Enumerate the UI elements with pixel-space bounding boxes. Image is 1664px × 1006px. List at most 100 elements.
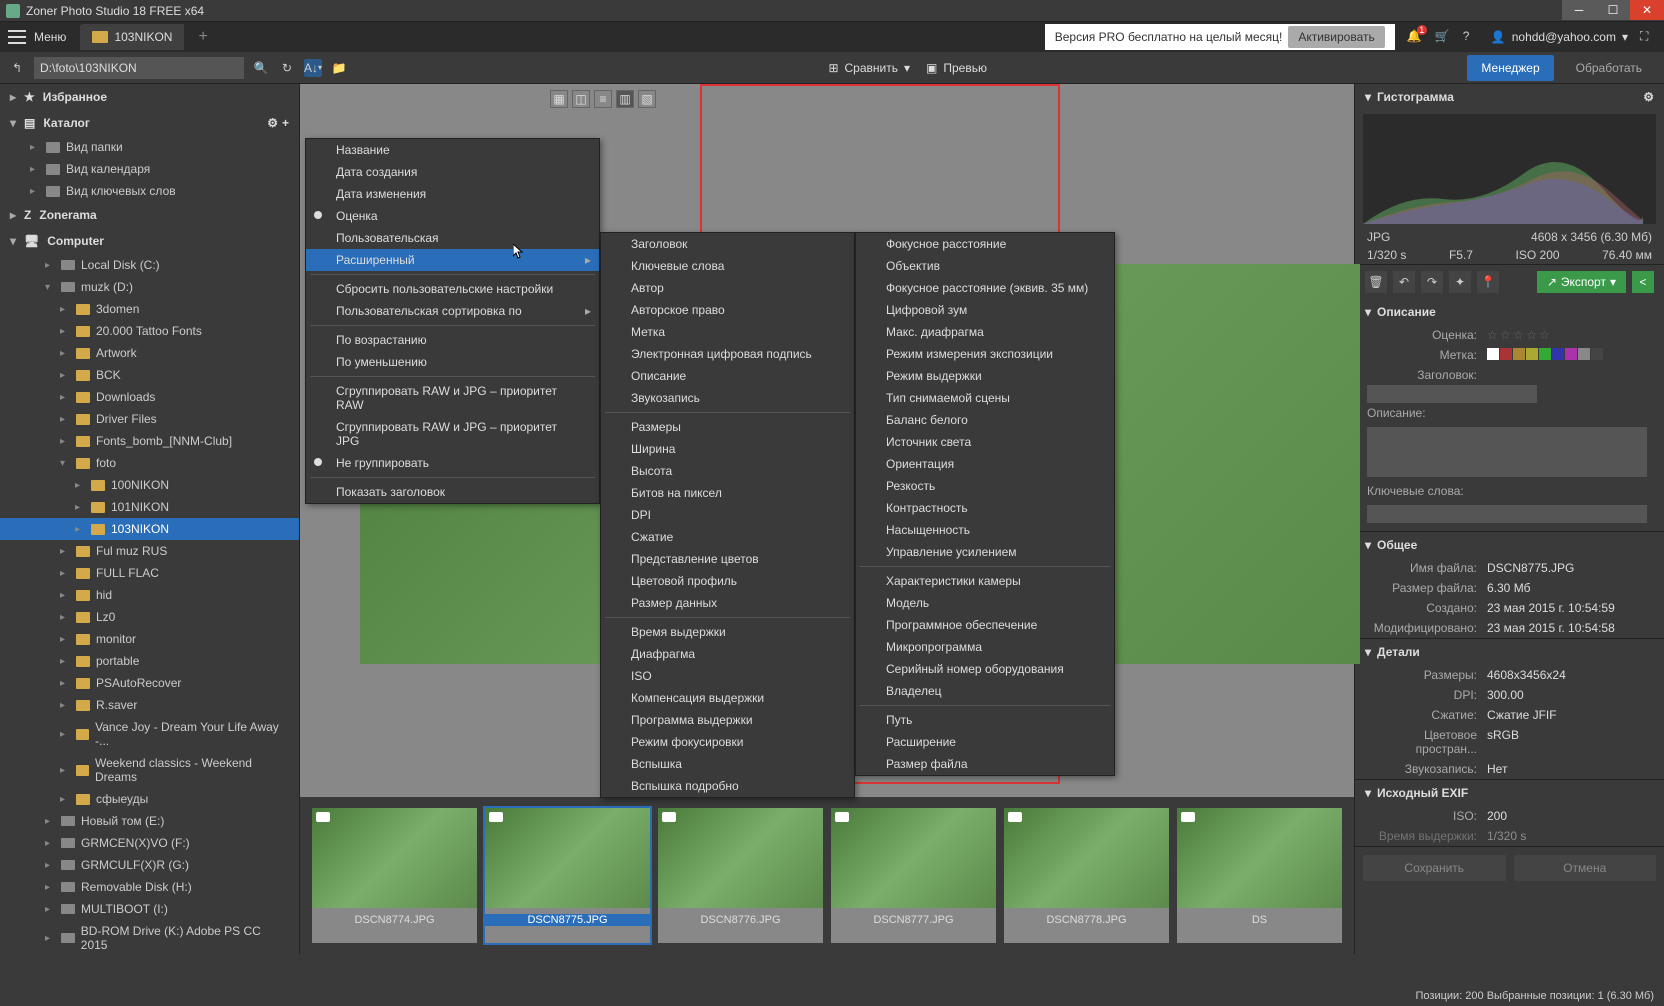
menu-item[interactable]: Ориентация <box>856 453 1114 475</box>
menu-item[interactable]: Баланс белого <box>856 409 1114 431</box>
menu-item[interactable]: Размер данных <box>601 592 854 614</box>
thumbnail[interactable]: DSCN8774.JPG <box>312 808 477 943</box>
save-button[interactable]: Сохранить <box>1363 855 1506 881</box>
details-header[interactable]: ▾Детали <box>1355 639 1664 665</box>
thumbnail[interactable]: DSCN8775.JPG <box>485 808 650 943</box>
folder-tree-item[interactable]: ▸FULL FLAC <box>0 562 299 584</box>
menu-item[interactable]: Режим выдержки <box>856 365 1114 387</box>
folder-tree-item[interactable]: ▸MULTIBOOT (I:) <box>0 898 299 920</box>
cart-icon[interactable]: 🛒 <box>1435 29 1451 45</box>
folder-tree-item[interactable]: ▸monitor <box>0 628 299 650</box>
folder-tree-item[interactable]: ▸Driver Files <box>0 408 299 430</box>
menu-item[interactable]: Программа выдержки <box>601 709 854 731</box>
folder-tree-item[interactable]: ▸20.000 Tattoo Fonts <box>0 320 299 342</box>
gear-icon[interactable]: ⚙ <box>267 116 278 130</box>
fullscreen-icon[interactable]: ⛶ <box>1640 29 1656 45</box>
menu-item[interactable]: Объектив <box>856 255 1114 277</box>
menu-item[interactable]: Компенсация выдержки <box>601 687 854 709</box>
folder-tree-item[interactable]: ▸Artwork <box>0 342 299 364</box>
menu-item[interactable]: Характеристики камеры <box>856 570 1114 592</box>
catalog-item[interactable]: ▸Вид календаря <box>0 158 299 180</box>
thumbnail[interactable]: DS <box>1177 808 1342 943</box>
menu-item[interactable]: Не группировать <box>306 452 599 474</box>
folder-tree-item[interactable]: ▸Local Disk (C:) <box>0 254 299 276</box>
menu-item[interactable]: Представление цветов <box>601 548 854 570</box>
catalog-group[interactable]: ▾▤ Каталог ⚙+ <box>0 110 299 136</box>
folder-tree-item[interactable]: ▸103NIKON <box>0 518 299 540</box>
menu-item[interactable]: Насыщенность <box>856 519 1114 541</box>
catalog-item[interactable]: ▸Вид папки <box>0 136 299 158</box>
tools-icon[interactable]: ✦ <box>1449 271 1471 293</box>
folder-tree-item[interactable]: ▸GRMCULF(X)R (G:) <box>0 854 299 876</box>
plus-icon[interactable]: + <box>282 116 289 130</box>
menu-item[interactable]: Сгруппировать RAW и JPG – приоритет JPG <box>306 416 599 452</box>
menu-item[interactable]: Режим фокусировки <box>601 731 854 753</box>
folder-tree-item[interactable]: ▸Fonts_bomb_[NNM-Club] <box>0 430 299 452</box>
folder-tree-item[interactable]: ▸Новый том (E:) <box>0 810 299 832</box>
share-button[interactable]: < <box>1632 271 1654 293</box>
folder-tree-item[interactable]: ▸BD-ROM Drive (K:) Adobe PS CC 2015 <box>0 920 299 954</box>
gear-icon[interactable]: ⚙ <box>1643 90 1654 104</box>
menu-item[interactable]: Расширение <box>856 731 1114 753</box>
menu-item[interactable]: Сжатие <box>601 526 854 548</box>
exif-header[interactable]: ▾Исходный EXIF <box>1355 780 1664 806</box>
folder-tree-item[interactable]: ▸Ful muz RUS <box>0 540 299 562</box>
menu-item[interactable]: Битов на пиксел <box>601 482 854 504</box>
computer-group[interactable]: ▾🖥 Computer <box>0 228 299 254</box>
account-menu[interactable]: 👤 nohdd@yahoo.com ▾ <box>1491 30 1628 44</box>
menu-item[interactable]: Программное обеспечение <box>856 614 1114 636</box>
menu-item[interactable]: По уменьшению <box>306 351 599 373</box>
activate-button[interactable]: Активировать <box>1288 26 1384 48</box>
menu-item[interactable]: Показать заголовок <box>306 481 599 503</box>
color-labels[interactable] <box>1487 348 1603 362</box>
refresh-icon[interactable]: ↻ <box>278 59 296 77</box>
folder-tree-item[interactable]: ▸3domen <box>0 298 299 320</box>
folder-tree-item[interactable]: ▸portable <box>0 650 299 672</box>
menu-item[interactable]: Управление усилением <box>856 541 1114 563</box>
menu-item[interactable]: Ключевые слова <box>601 255 854 277</box>
process-mode-button[interactable]: Обработать <box>1562 55 1656 81</box>
menu-item[interactable]: Цифровой зум <box>856 299 1114 321</box>
menu-item[interactable]: Фокусное расстояние <box>856 233 1114 255</box>
menu-button[interactable]: Меню <box>34 30 66 44</box>
thumbnail[interactable]: DSCN8778.JPG <box>1004 808 1169 943</box>
menu-item[interactable]: Источник света <box>856 431 1114 453</box>
keywords-input[interactable] <box>1367 505 1647 523</box>
menu-item[interactable]: Сгруппировать RAW и JPG – приоритет RAW <box>306 380 599 416</box>
menu-item[interactable]: Серийный номер оборудования <box>856 658 1114 680</box>
menu-item[interactable]: Время выдержки <box>601 621 854 643</box>
folder-tree-item[interactable]: ▸Vance Joy - Dream Your Life Away -... <box>0 716 299 752</box>
menu-item[interactable]: Диафрагма <box>601 643 854 665</box>
viewmode-split-icon[interactable]: ◫ <box>572 90 590 108</box>
folder-tree-item[interactable]: ▸Downloads <box>0 386 299 408</box>
menu-item[interactable]: Вспышка <box>601 753 854 775</box>
trash-icon[interactable]: 🗑 <box>1365 271 1387 293</box>
description-header[interactable]: ▾Описание <box>1355 299 1664 325</box>
folder-tree-item[interactable]: ▸GRMCEN(X)VO (F:) <box>0 832 299 854</box>
menu-item[interactable]: Дата создания <box>306 161 599 183</box>
pin-icon[interactable]: 📍 <box>1477 271 1499 293</box>
menu-item[interactable]: Высота <box>601 460 854 482</box>
menu-item[interactable]: Размеры <box>601 416 854 438</box>
rotate-right-icon[interactable]: ↷ <box>1421 271 1443 293</box>
folder-tree-item[interactable]: ▸сфыеуды <box>0 788 299 810</box>
menu-item[interactable]: Микропрограмма <box>856 636 1114 658</box>
folder-tree-item[interactable]: ▸R.saver <box>0 694 299 716</box>
menu-item[interactable]: Пользовательская сортировка по▸ <box>306 300 599 322</box>
folder-tree-item[interactable]: ▸hid <box>0 584 299 606</box>
manager-mode-button[interactable]: Менеджер <box>1467 55 1553 81</box>
folder-tree-item[interactable]: ▸Removable Disk (H:) <box>0 876 299 898</box>
menu-item[interactable]: Метка <box>601 321 854 343</box>
zonerama-group[interactable]: ▸Z Zonerama <box>0 202 299 228</box>
bell-icon[interactable]: 🔔1 <box>1407 29 1423 45</box>
viewmode-columns-icon[interactable]: ▥ <box>616 90 634 108</box>
rating-stars[interactable]: ☆☆☆☆☆ <box>1487 328 1551 342</box>
menu-item[interactable]: Пользовательская <box>306 227 599 249</box>
menu-item[interactable]: Макс. диафрагма <box>856 321 1114 343</box>
export-button[interactable]: ↗ Экспорт ▾ <box>1537 271 1626 293</box>
menu-item[interactable]: Размер файла <box>856 753 1114 775</box>
rotate-left-icon[interactable]: ↶ <box>1393 271 1415 293</box>
menu-item[interactable]: Заголовок <box>601 233 854 255</box>
new-folder-icon[interactable]: 📁 <box>330 59 348 77</box>
compare-button[interactable]: ⊞ Сравнить ▾ <box>828 61 910 75</box>
